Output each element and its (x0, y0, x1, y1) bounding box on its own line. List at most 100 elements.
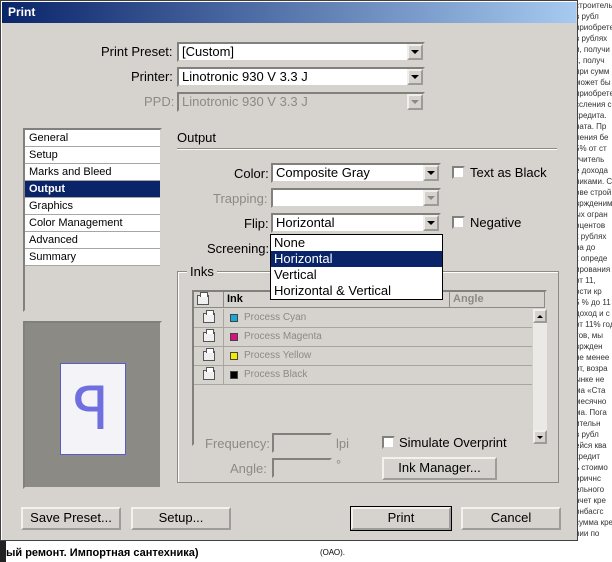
background-text-column: строительства, 12 % годовых - на пос в ру… (575, 0, 612, 562)
text-as-black-label: Text as Black (470, 165, 547, 180)
ppd-select: Linotronic 930 V 3.3 J (177, 92, 425, 112)
sidebar-item-general[interactable]: General (25, 130, 160, 147)
background-text-line: к рублях (575, 232, 607, 241)
ink-name: Process Black (244, 369, 308, 380)
background-text-line: никами. С (575, 177, 612, 186)
ink-row[interactable]: Process Black (194, 366, 532, 385)
background-text-line: при сумм (575, 67, 610, 76)
ink-swatch (230, 352, 238, 360)
chevron-down-icon (423, 190, 439, 206)
background-footer: ый ремонт. Импортная сантехника) (ОАО). (0, 544, 612, 562)
ink-swatch (230, 314, 238, 322)
background-text-line: может бы (575, 78, 611, 87)
cancel-button[interactable]: Cancel (461, 507, 561, 530)
sidebar-item-graphics[interactable]: Graphics (25, 198, 160, 215)
printer-icon-cell[interactable] (194, 309, 224, 327)
sidebar-item-output[interactable]: Output (25, 181, 160, 198)
flip-option-horizontal-vertical[interactable]: Horizontal & Vertical (271, 283, 442, 299)
sidebar-item-setup[interactable]: Setup (25, 147, 160, 164)
sidebar-item-advanced[interactable]: Advanced (25, 232, 160, 249)
setup-button[interactable]: Setup... (131, 507, 231, 530)
section-divider (177, 148, 557, 150)
printer-icon (202, 310, 215, 323)
sidebar-item-summary[interactable]: Summary (25, 249, 160, 266)
background-text-line: кредита. (575, 111, 607, 120)
chevron-down-icon[interactable] (407, 69, 423, 85)
background-text-line: приобрете (575, 89, 612, 98)
simulate-overprint-label: Simulate Overprint (399, 435, 507, 450)
printer-select[interactable]: Linotronic 930 V 3.3 J (177, 67, 425, 87)
print-preview: P (23, 321, 162, 489)
background-text-line: учитель (575, 155, 605, 164)
flip-label: Flip: (244, 216, 269, 231)
background-text-line: ната. Пр (575, 122, 607, 131)
background-text-line: ейся ква (575, 441, 607, 450)
printer-value: Linotronic 930 V 3.3 J (182, 69, 308, 84)
scroll-down-button[interactable] (533, 430, 547, 444)
flip-dropdown-list: None Horizontal Vertical Horizontal & Ve… (270, 234, 443, 300)
angle-column-header[interactable]: Angle (450, 292, 545, 308)
color-select[interactable]: Composite Gray (271, 163, 441, 183)
flip-option-vertical[interactable]: Vertical (271, 267, 442, 283)
print-button[interactable]: Print (350, 506, 452, 531)
background-text-line: ельного (575, 485, 605, 494)
negative-checkbox[interactable] (452, 216, 465, 229)
ink-name: Process Magenta (244, 331, 322, 342)
color-label: Color: (234, 166, 269, 181)
background-text-line: ости кр (575, 287, 602, 296)
ppd-value: Linotronic 930 V 3.3 J (182, 94, 308, 109)
background-text-line: вржденим (575, 199, 612, 208)
flip-option-none[interactable]: None (271, 235, 442, 251)
background-text-line: строительства, 12 % годовых - на пос (575, 1, 612, 10)
background-text-line: сумма кре (575, 518, 612, 527)
inks-group-title: Inks (187, 264, 217, 279)
background-text-line: ых огран (575, 210, 608, 219)
background-text-line: от 11, (575, 276, 596, 285)
background-text-line: ссления с (575, 100, 612, 109)
background-text-line: ь стоимо (575, 463, 608, 472)
ink-row[interactable]: Process Cyan (194, 309, 532, 328)
background-text-line: ления бе (575, 133, 609, 142)
chevron-down-icon[interactable] (407, 44, 423, 60)
print-preset-select[interactable]: [Custom] (177, 42, 425, 62)
text-as-black-checkbox[interactable] (452, 166, 465, 179)
flip-option-horizontal[interactable]: Horizontal (271, 251, 442, 267)
background-text-line: от 11% год (575, 320, 612, 329)
ink-row-empty (194, 404, 532, 423)
preview-page: P (60, 363, 126, 455)
printer-icon-cell[interactable] (194, 328, 224, 346)
sidebar-item-color-management[interactable]: Color Management (25, 215, 160, 232)
ink-name: Process Yellow (244, 350, 312, 361)
trapping-label: Trapping: (213, 191, 268, 206)
background-text-line: кредит (575, 452, 601, 461)
ink-name: Process Cyan (244, 312, 307, 323)
printer-label: Printer: (131, 69, 173, 84)
ink-row-empty (194, 385, 532, 404)
print-dialog: Print Print Preset: [Custom] Printer: Li… (0, 0, 578, 541)
ink-row[interactable]: Process Yellow (194, 347, 532, 366)
background-text-line: к опреде (575, 254, 608, 263)
sidebar-item-marks-and-bleed[interactable]: Marks and Bleed (25, 164, 160, 181)
background-text-line: доход и с (575, 309, 610, 318)
printer-icon-cell[interactable] (194, 347, 224, 365)
save-preset-button[interactable]: Save Preset... (21, 507, 121, 530)
background-footer-small: (ОАО). (320, 548, 345, 557)
frequency-label: Frequency: (205, 436, 271, 451)
printer-icon (202, 329, 215, 342)
simulate-overprint-checkbox[interactable] (382, 436, 395, 449)
ink-row[interactable]: Process Magenta (194, 328, 532, 347)
printer-column-header (194, 292, 224, 308)
flip-select[interactable]: Horizontal (271, 213, 441, 233)
printer-icon-cell[interactable] (194, 366, 224, 384)
print-preset-value: [Custom] (182, 44, 235, 59)
background-text-line: ынке не (575, 375, 605, 384)
scroll-up-button[interactable] (533, 309, 547, 323)
chevron-down-icon[interactable] (423, 215, 439, 231)
chevron-down-icon[interactable] (423, 165, 439, 181)
background-text-line: в рубл (575, 12, 599, 21)
background-text-line: в рубл (575, 430, 599, 439)
background-text-line: оричнc (575, 474, 601, 483)
background-text-line: ирования (575, 265, 611, 274)
ink-manager-button[interactable]: Ink Manager... (382, 457, 497, 480)
inks-scrollbar[interactable] (533, 309, 547, 444)
